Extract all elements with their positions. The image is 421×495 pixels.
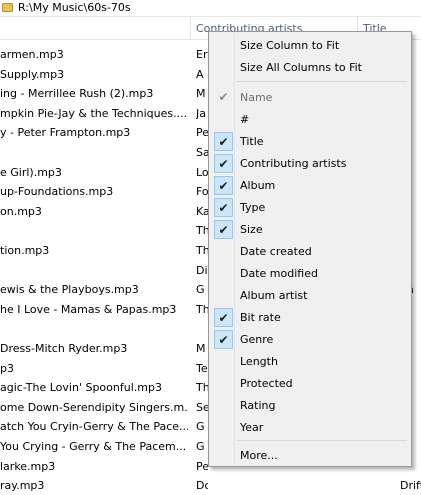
menu-item-title[interactable]: ✔ Title: [211, 131, 409, 152]
file-name: e Girl).mp3: [0, 165, 62, 179]
checkmark-icon: ✔: [214, 220, 233, 239]
file-artist: A: [196, 67, 204, 81]
menu-item-label: Protected: [240, 377, 293, 390]
file-artist: Th: [196, 381, 208, 395]
menu-item-label: Size: [240, 223, 263, 236]
checkmark-icon: ✔: [214, 132, 233, 151]
checkmark-icon: ✔: [214, 330, 233, 349]
menu-item-label: #: [240, 113, 250, 126]
menu-item-label: Size Column to Fit: [240, 39, 340, 52]
menu-item-rating[interactable]: Rating: [211, 395, 409, 416]
menu-item-label: Title: [240, 135, 264, 148]
file-name: on.mp3: [0, 204, 42, 218]
file-artist: Sa: [196, 146, 208, 159]
file-name: Dress-Mitch Ryder.mp3: [0, 342, 128, 355]
menu-item-genre[interactable]: ✔ Genre: [211, 329, 409, 350]
menu-item-length[interactable]: Length: [211, 351, 409, 372]
file-name: ewis & the Playboys.mp3: [0, 283, 139, 297]
column-resize-handle[interactable]: [190, 17, 191, 39]
file-name: he I Love - Mamas & Papas.mp3: [0, 302, 177, 316]
menu-item-label: Rating: [240, 399, 276, 412]
menu-item-date-modified[interactable]: Date modified: [211, 263, 409, 284]
menu-item-name: ✔ Name: [211, 87, 409, 108]
file-artist: Fo: [196, 185, 208, 199]
file-artist: Dobie Gray: [196, 479, 208, 493]
address-bar[interactable]: R:\My Music\60s-70s: [0, 0, 421, 17]
file-name: You Crying - Gerry & The Pacem...: [0, 440, 187, 453]
file-name: ray.mp3: [0, 479, 45, 493]
file-artist: Er: [196, 48, 208, 61]
menu-item-protected[interactable]: Protected: [211, 373, 409, 394]
file-artist: Ka: [196, 204, 208, 218]
checkmark-icon: ✔: [218, 90, 229, 104]
file-name: y - Peter Frampton.mp3: [0, 126, 131, 140]
file-name: tion.mp3: [0, 244, 50, 257]
file-row[interactable]: ray.mp3 Dobie Gray Drift Away: [0, 476, 421, 495]
menu-item-label: More...: [240, 449, 278, 462]
column-context-menu: Size Column to Fit Size All Columns to Fi…: [208, 31, 412, 467]
menu-item-label: Album: [240, 179, 276, 192]
file-artist: M: [196, 87, 206, 101]
menu-item-size-column-to-fit[interactable]: Size Column to Fit: [211, 35, 409, 56]
menu-item-year[interactable]: Year: [211, 417, 409, 438]
menu-item-more[interactable]: More...: [211, 445, 409, 466]
file-name: ing - Merrillee Rush (2).mp3: [0, 87, 154, 101]
menu-item-date-created[interactable]: Date created: [211, 241, 409, 262]
menu-item-label: Type: [240, 201, 266, 214]
file-artist: Ja: [196, 106, 206, 120]
menu-item-size-all-columns-to-fit[interactable]: Size All Columns to Fit: [211, 57, 409, 78]
checkmark-icon: ✔: [214, 198, 233, 217]
file-name: ome Down-Serendipity Singers.m...: [0, 400, 188, 414]
menu-item-label: Bit rate: [240, 311, 281, 324]
file-name: agic-The Lovin' Spoonful.mp3: [0, 381, 162, 395]
menu-item-label: Length: [240, 355, 278, 368]
checkmark-icon: ✔: [214, 154, 233, 173]
menu-item-label: Genre: [240, 333, 274, 346]
file-artist: Pe: [196, 459, 208, 473]
file-name: Supply.mp3: [0, 67, 65, 81]
menu-item-label: Name: [240, 91, 273, 104]
file-artist: G: [196, 283, 205, 297]
menu-item-label: Album artist: [240, 289, 308, 302]
menu-item-type[interactable]: ✔ Type: [211, 197, 409, 218]
file-name: atch You Cryin-Gerry & The Pace...: [0, 420, 188, 434]
menu-item-bit-rate[interactable]: ✔ Bit rate: [211, 307, 409, 328]
file-artist: Di: [196, 263, 208, 277]
file-name: larke.mp3: [0, 459, 56, 473]
file-name: mpkin Pie-Jay & the Techniques....: [0, 106, 188, 120]
file-artist: G: [196, 420, 205, 434]
folder-icon: [2, 3, 13, 12]
file-name: p3: [0, 361, 14, 375]
menu-item-label: Contributing artists: [240, 157, 347, 170]
file-artist: G: [196, 440, 205, 453]
file-artist: M: [196, 342, 206, 355]
file-artist: Te: [196, 361, 208, 375]
folder-path: R:\My Music\60s-70s: [18, 1, 131, 14]
checkmark-icon: ✔: [214, 308, 233, 327]
menu-item-label: Date modified: [240, 267, 318, 280]
file-artist: Lo: [196, 165, 208, 179]
file-name: up-Foundations.mp3: [0, 185, 114, 199]
menu-item-size[interactable]: ✔ Size: [211, 219, 409, 240]
menu-item-label: Date created: [240, 245, 312, 258]
menu-item-label: Year: [240, 421, 264, 434]
file-name: armen.mp3: [0, 48, 64, 61]
file-title: Drift Away: [400, 479, 421, 493]
menu-item-album-artist[interactable]: Album artist: [211, 285, 409, 306]
file-artist: Pe: [196, 126, 208, 140]
menu-separator: [237, 81, 407, 82]
file-artist: Se: [196, 400, 208, 414]
menu-item-album[interactable]: ✔ Album: [211, 175, 409, 196]
file-artist: Th: [196, 302, 208, 316]
menu-item-contributing-artists[interactable]: ✔ Contributing artists: [211, 153, 409, 174]
file-artist: Th: [196, 224, 208, 238]
menu-item-label: Size All Columns to Fit: [240, 61, 362, 74]
menu-item-number[interactable]: #: [211, 109, 409, 130]
file-artist: Th: [196, 244, 208, 257]
checkmark-icon: ✔: [214, 176, 233, 195]
menu-separator: [237, 440, 407, 441]
